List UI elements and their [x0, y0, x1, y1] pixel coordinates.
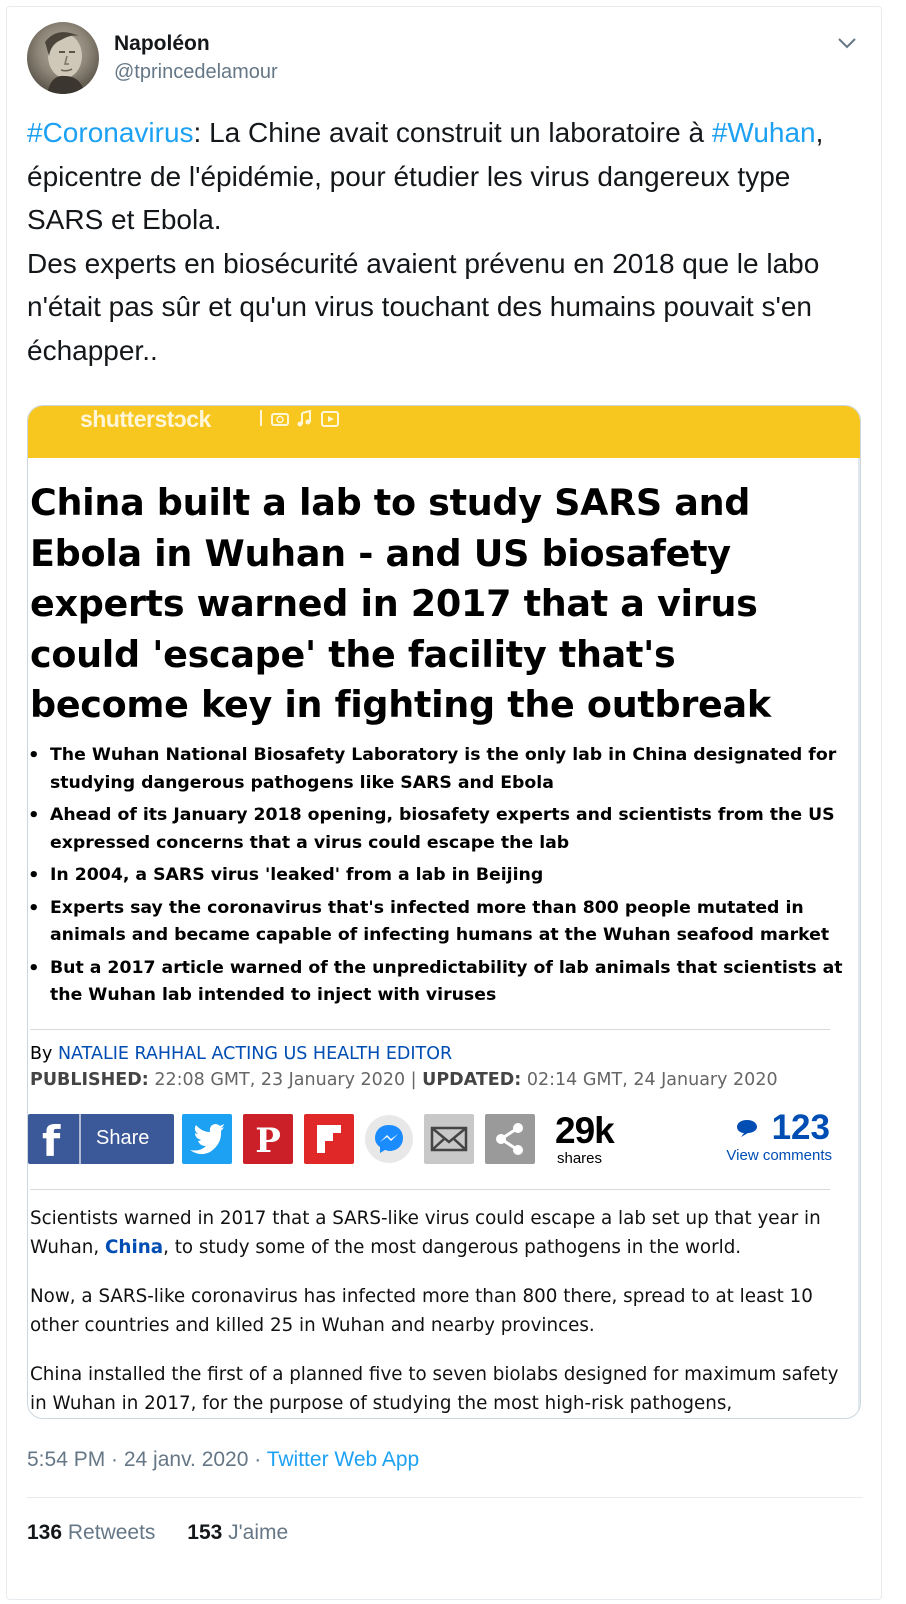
watermark-logo: shutterstɔck	[80, 406, 211, 432]
bullet-item: Ahead of its January 2018 opening, biosa…	[28, 802, 848, 857]
shares-count: 29k	[555, 1110, 615, 1151]
divider	[30, 1029, 830, 1030]
watermark-bar: shutterstɔck	[28, 406, 860, 458]
svg-text:P: P	[255, 1121, 281, 1161]
bullet-item: In 2004, a SARS virus 'leaked' from a la…	[28, 862, 848, 890]
hashtag-coronavirus[interactable]: #Coronavirus	[27, 117, 194, 148]
tweet-stats: 136 Retweets 153 J'aime	[27, 1521, 314, 1545]
retweets-count: 136	[27, 1521, 63, 1544]
tweet-card: Napoléon @tprincedelamour #Coronavirus: …	[6, 6, 882, 1600]
view-comments-link: View comments	[726, 1147, 832, 1164]
likes-count: 153	[187, 1521, 223, 1544]
screenshot-edge	[858, 458, 860, 1418]
pinterest-icon: P	[243, 1114, 293, 1164]
byline-prefix: By	[30, 1044, 58, 1064]
hashtag-wuhan[interactable]: #Wuhan	[712, 117, 816, 148]
tweet-text: #Coronavirus: La Chine avait construit u…	[27, 111, 867, 372]
comment-bubble-icon	[737, 1120, 757, 1137]
shares-label: shares	[557, 1150, 603, 1167]
bullet-item: The Wuhan National Biosafety Laboratory …	[28, 742, 848, 797]
share-label: Share	[96, 1127, 150, 1149]
article-dates: PUBLISHED: 22:08 GMT, 23 January 2020 | …	[30, 1070, 778, 1090]
tweet-meta: 5:54 PM · 24 janv. 2020 · Twitter Web Ap…	[27, 1448, 419, 1472]
comments-count: 123	[771, 1108, 830, 1147]
published-label: PUBLISHED:	[30, 1070, 149, 1090]
likes-stat[interactable]: 153 J'aime	[187, 1521, 288, 1544]
article-bullets: The Wuhan National Biosafety Laboratory …	[28, 742, 848, 1015]
divider	[30, 1189, 830, 1190]
retweets-stat[interactable]: 136 Retweets	[27, 1521, 155, 1544]
updated-label: UPDATED:	[422, 1070, 522, 1090]
flipboard-icon	[304, 1114, 354, 1164]
author-name[interactable]: Napoléon	[114, 32, 210, 56]
article-paragraph: Scientists warned in 2017 that a SARS-li…	[30, 1204, 850, 1262]
divider	[79, 1114, 81, 1164]
published-value: 22:08 GMT, 23 January 2020 |	[148, 1070, 423, 1090]
article-paragraph: Now, a SARS-like coronavirus has infecte…	[30, 1286, 813, 1336]
bullet-item: Experts say the coronavirus that's infec…	[28, 895, 848, 950]
meta-separator: ·	[248, 1448, 267, 1471]
article-headline: China built a lab to study SARS and Ebol…	[30, 481, 771, 726]
tweet-text-segment: : La Chine avait construit un laboratoir…	[193, 117, 712, 148]
share-icon	[485, 1114, 535, 1164]
author-handle[interactable]: @tprincedelamour	[114, 61, 278, 84]
mail-icon	[424, 1114, 474, 1164]
avatar[interactable]	[27, 22, 99, 94]
likes-label: J'aime	[228, 1521, 289, 1544]
media-image[interactable]: shutterstɔck China built a lab to study …	[27, 405, 861, 1419]
paragraph-segment: , to study some of the most dangerous pa…	[163, 1237, 742, 1258]
source-link[interactable]: Twitter Web App	[267, 1448, 420, 1471]
chevron-down-icon[interactable]	[835, 33, 859, 53]
messenger-icon	[365, 1115, 413, 1163]
retweets-label: Retweets	[67, 1521, 156, 1544]
divider	[27, 1497, 863, 1498]
facebook-icon: f	[42, 1117, 61, 1166]
timestamp[interactable]: 5:54 PM · 24 janv. 2020	[27, 1448, 248, 1471]
byline-author: NATALIE RAHHAL ACTING US HEALTH EDITOR	[57, 1044, 453, 1064]
watermark-icons	[260, 409, 339, 427]
tweet-text-line2: Des experts en biosécurité avaient préve…	[27, 247, 820, 366]
share-row: f Share P 29k shares 123 View comments	[28, 1108, 858, 1167]
updated-value: 02:14 GMT, 24 January 2020	[521, 1070, 778, 1090]
avatar-portrait	[45, 32, 85, 94]
twitter-icon	[182, 1114, 232, 1164]
china-link: China	[105, 1237, 164, 1258]
byline: By NATALIE RAHHAL ACTING US HEALTH EDITO…	[30, 1044, 452, 1064]
facebook-share-button: f Share	[28, 1114, 174, 1166]
tweet-text-line1: #Coronavirus: La Chine avait construit u…	[27, 111, 867, 242]
bullet-item: But a 2017 article warned of the unpredi…	[28, 955, 848, 1010]
article-paragraph: China installed the first of a planned f…	[30, 1364, 839, 1414]
camera-icon	[271, 413, 289, 426]
